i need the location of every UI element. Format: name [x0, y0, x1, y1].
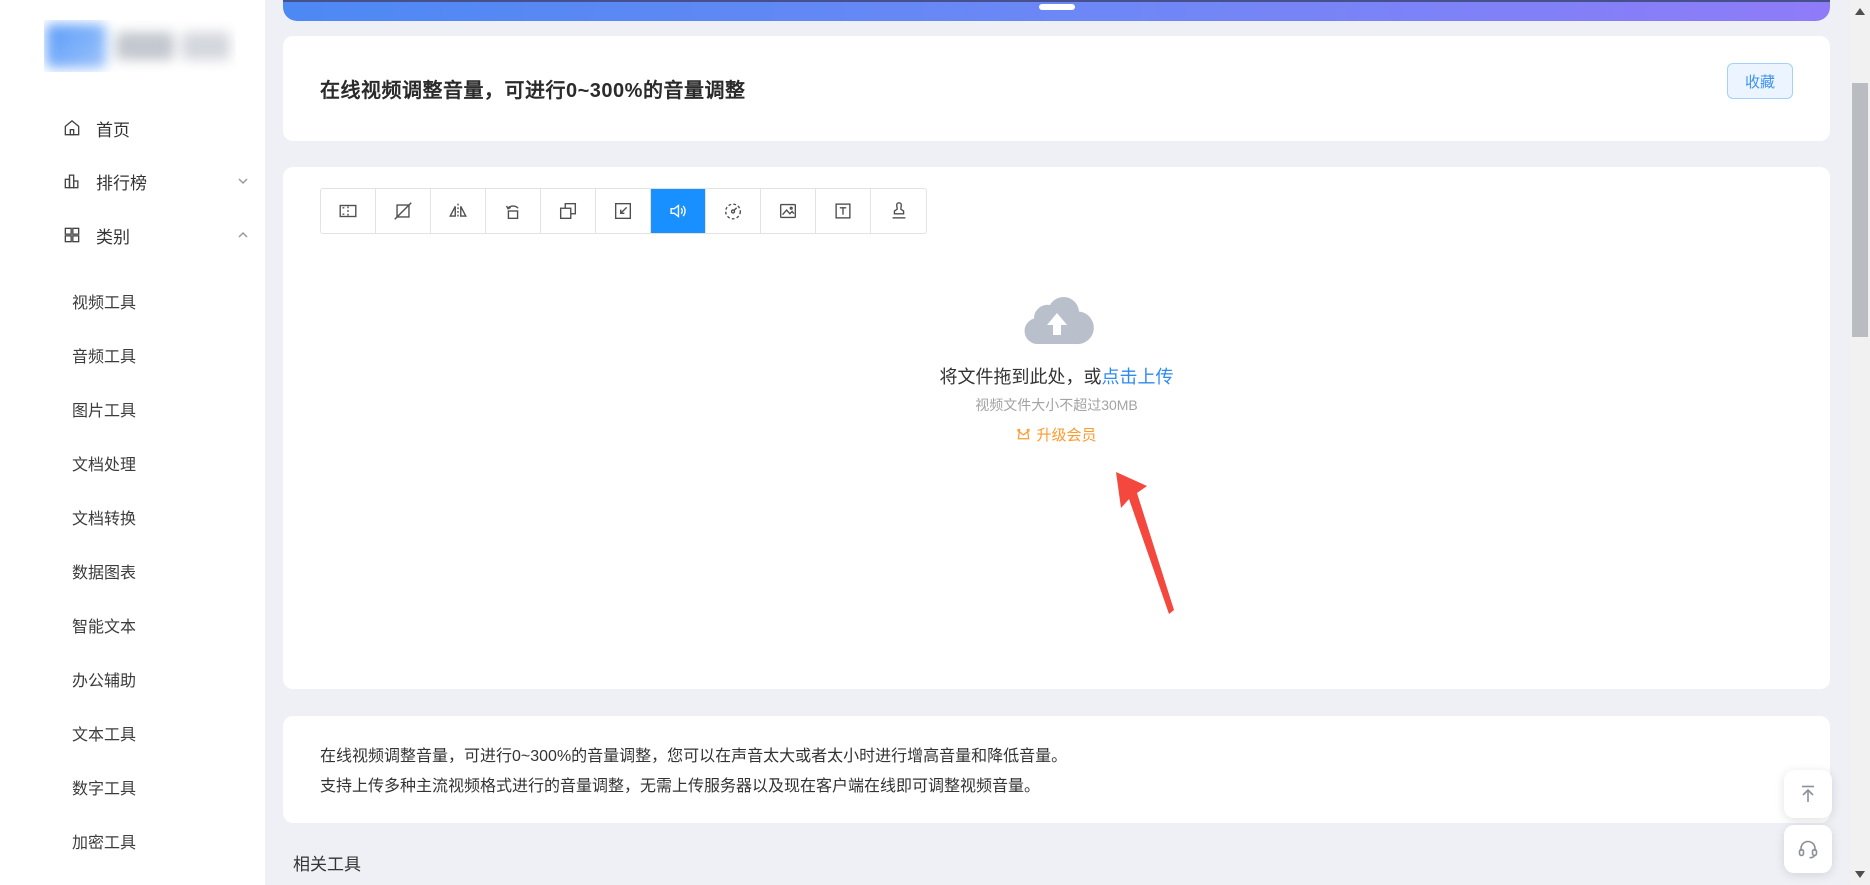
back-to-top-icon: [1802, 785, 1814, 802]
sidebar-category-data-chart[interactable]: 数据图表: [72, 554, 232, 588]
page-title: 在线视频调整音量，可进行0~300%的音量调整: [320, 80, 746, 102]
description-line-2: 支持上传多种主流视频格式进行的音量调整，无需上传服务器以及现在客户端在线即可调整…: [320, 778, 1041, 795]
crop-icon[interactable]: [376, 189, 431, 233]
sidebar-item-home[interactable]: 首页: [0, 108, 265, 148]
drag-text: 将文件拖到此处，或: [939, 367, 1102, 387]
sidebar-category-doc-process[interactable]: 文档处理: [72, 446, 232, 480]
sidebar-item-label: 类别: [96, 227, 130, 247]
back-to-top-button[interactable]: [1784, 770, 1832, 818]
customer-service-button[interactable]: [1784, 825, 1832, 873]
scale-icon[interactable]: [596, 189, 651, 233]
sidebar-category-video-tools[interactable]: 视频工具: [72, 284, 232, 318]
upload-instruction: 将文件拖到此处，或点击上传: [283, 363, 1830, 389]
sidebar-item-label: 排行榜: [96, 173, 147, 193]
upload-dropzone[interactable]: 将文件拖到此处，或点击上传 视频文件大小不超过30MB 升级会员: [283, 287, 1830, 587]
sidebar-item-label: 首页: [96, 120, 130, 140]
tool-description: 在线视频调整音量，可进行0~300%的音量调整，您可以在声音太大或者太小时进行增…: [320, 742, 1067, 802]
sidebar-category-audio-tools[interactable]: 音频工具: [72, 338, 232, 372]
description-card: 在线视频调整音量，可进行0~300%的音量调整，您可以在声音太大或者太小时进行增…: [283, 716, 1830, 823]
sidebar-category-text-tools[interactable]: 文本工具: [72, 716, 232, 750]
scrollbar-up-arrow[interactable]: [1855, 8, 1865, 15]
tool-card: 将文件拖到此处，或点击上传 视频文件大小不超过30MB 升级会员: [283, 167, 1830, 689]
upload-size-hint: 视频文件大小不超过30MB: [975, 397, 1138, 413]
sidebar-item-category[interactable]: 类别: [0, 215, 265, 255]
sidebar-category-encrypt-tools[interactable]: 加密工具: [72, 824, 232, 858]
volume-icon[interactable]: [651, 189, 706, 233]
resize-icon[interactable]: [541, 189, 596, 233]
sidebar: 首页 排行榜 类别 视频工具 音频工具 图片工具 文档处理 文档转换 数据图表 …: [0, 0, 265, 885]
chevron-down-icon: [236, 174, 250, 188]
sidebar-category-smart-text[interactable]: 智能文本: [72, 608, 232, 642]
upgrade-member-link[interactable]: 升级会员: [283, 424, 1830, 445]
title-card: 在线视频调整音量，可进行0~300%的音量调整 收藏: [283, 36, 1830, 141]
tool-switch-toolbar: [320, 188, 927, 234]
sidebar-category-image-tools[interactable]: 图片工具: [72, 392, 232, 426]
sidebar-category-office-assist[interactable]: 办公辅助: [72, 662, 232, 696]
app-logo-image: [44, 20, 236, 72]
home-icon: [62, 118, 82, 138]
sidebar-category-number-tools[interactable]: 数字工具: [72, 770, 232, 804]
sidebar-category-doc-convert[interactable]: 文档转换: [72, 500, 232, 534]
stamp-icon[interactable]: [871, 189, 926, 233]
category-icon: [62, 225, 82, 245]
image-watermark-icon[interactable]: [761, 189, 816, 233]
collapse-handle-icon[interactable]: [1038, 4, 1075, 10]
click-upload-link[interactable]: 点击上传: [1102, 367, 1174, 387]
scrollbar-thumb[interactable]: [1852, 83, 1868, 337]
favorite-button[interactable]: 收藏: [1727, 63, 1793, 99]
clip-icon[interactable]: [321, 189, 376, 233]
scrollbar-down-arrow[interactable]: [1855, 871, 1865, 878]
description-line-1: 在线视频调整音量，可进行0~300%的音量调整，您可以在声音太大或者太小时进行增…: [320, 748, 1068, 765]
rotate-icon[interactable]: [486, 189, 541, 233]
ranking-icon: [62, 171, 82, 191]
app-logo-blurred[interactable]: [44, 20, 236, 72]
top-banner-bar: [283, 0, 1830, 21]
flip-horizontal-icon[interactable]: [431, 189, 486, 233]
headset-icon: [1798, 840, 1818, 859]
sidebar-item-ranking[interactable]: 排行榜: [0, 161, 265, 201]
crown-icon: [1017, 428, 1031, 440]
related-tools-heading: 相关工具: [293, 855, 361, 874]
speed-icon[interactable]: [706, 189, 761, 233]
chevron-up-icon: [236, 228, 250, 242]
upgrade-member-label: 升级会员: [1036, 427, 1097, 444]
cloud-upload-icon: [1024, 297, 1094, 345]
page-scrollbar[interactable]: [1850, 0, 1870, 885]
text-icon[interactable]: [816, 189, 871, 233]
